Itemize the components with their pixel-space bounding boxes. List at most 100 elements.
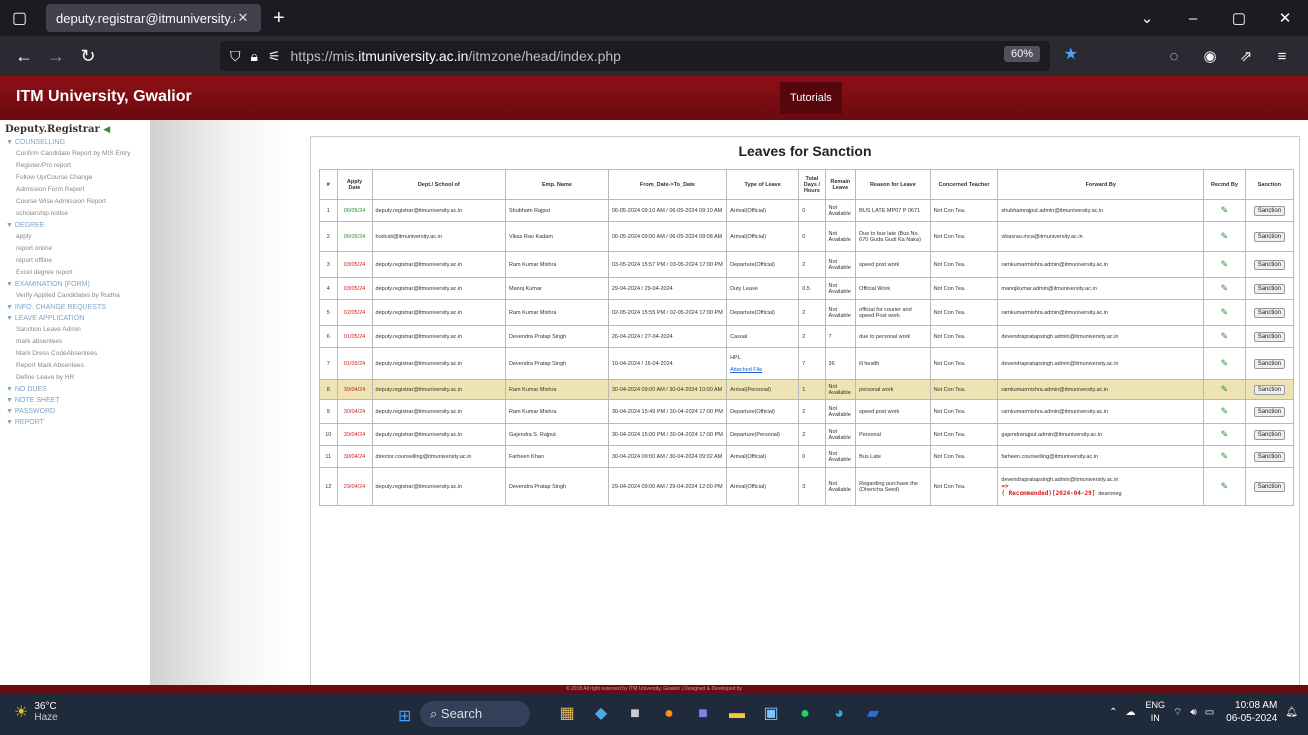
menu-item[interactable]: Course Wise Admission Report <box>0 196 150 208</box>
sanction-button[interactable]: Sanction <box>1253 331 1286 342</box>
clock[interactable]: 10:08 AM 06-05-2024 <box>1226 699 1277 725</box>
shield-icon[interactable]: ⛉ <box>230 48 241 65</box>
menu-item[interactable]: Sanction Leave Admin <box>0 324 150 336</box>
sanction-button[interactable]: Sanction <box>1253 231 1286 242</box>
clock-time: 10:08 AM <box>1235 700 1278 711</box>
teams-icon[interactable]: ■ <box>686 699 720 729</box>
account-icon[interactable]: ◉ <box>1192 47 1228 65</box>
sanction-button[interactable]: Sanction <box>1253 283 1286 294</box>
menu-section-degree[interactable]: ▼ DEGREE <box>0 220 150 231</box>
extensions-icon[interactable]: ⇗ <box>1228 47 1264 65</box>
menu-item[interactable]: Follow Up/Course Change <box>0 172 150 184</box>
edit-pencil-icon[interactable]: ✎ <box>1221 358 1229 368</box>
menu-section-counselling[interactable]: ▼ COUNSELLING <box>0 137 150 148</box>
sanction-button[interactable]: Sanction <box>1253 358 1286 369</box>
zoom-level[interactable]: 60% <box>1003 46 1040 62</box>
sanction-button[interactable]: Sanction <box>1253 481 1286 492</box>
cell-reason: BUS LATE MP07 P 0671 <box>855 199 931 222</box>
store-icon[interactable]: ▣ <box>754 699 788 729</box>
tutorials-link[interactable]: Tutorials <box>780 82 842 114</box>
copilot-icon[interactable]: ◆ <box>584 699 618 729</box>
file-explorer-icon[interactable]: ▬ <box>720 699 754 729</box>
attached-file-link[interactable]: Attached File <box>730 367 795 373</box>
spotify-icon[interactable]: ● <box>788 699 822 729</box>
edit-pencil-icon[interactable]: ✎ <box>1221 451 1229 461</box>
menu-icon[interactable]: ≡ <box>1264 48 1300 65</box>
menu-item[interactable]: mark absentees <box>0 336 150 348</box>
battery-icon[interactable]: ▭ <box>1205 707 1214 718</box>
taskbar-search[interactable]: ⌕ Search <box>420 701 530 727</box>
tab-overview-icon[interactable]: ▢ <box>12 8 32 28</box>
forward-button[interactable]: → <box>40 46 72 67</box>
word-icon[interactable]: ▰ <box>856 699 890 729</box>
edit-pencil-icon[interactable]: ✎ <box>1221 384 1229 394</box>
language-indicator[interactable]: ENG IN <box>1145 699 1165 725</box>
maximize-button[interactable]: ▢ <box>1216 9 1262 27</box>
cell-remain-leave: Not Available <box>824 399 857 424</box>
menu-section-examination[interactable]: ▼ EXAMINATION (FORM) <box>0 279 150 290</box>
menu-section-note-sheet[interactable]: ▼ NOTE SHEET <box>0 395 150 406</box>
menu-item[interactable]: Register/Pro report <box>0 160 150 172</box>
edit-pencil-icon[interactable]: ✎ <box>1221 205 1229 215</box>
menu-item[interactable]: Excel degree report <box>0 267 150 279</box>
widgets-icon[interactable]: ▦ <box>550 699 584 729</box>
task-view-icon[interactable]: ■ <box>618 699 652 729</box>
chevron-up-icon[interactable]: ⌃ <box>1109 707 1117 718</box>
edit-pencil-icon[interactable]: ✎ <box>1221 481 1229 491</box>
menu-section-no-dues[interactable]: ▼ NO DUES <box>0 384 150 395</box>
menu-item[interactable]: Verify Applied Candidates by Rudha <box>0 290 150 302</box>
bookmark-star-icon[interactable]: ★ <box>1064 44 1078 64</box>
menu-item[interactable]: report offline <box>0 255 150 267</box>
tab-list-chevron-icon[interactable]: ⌄ <box>1124 9 1170 27</box>
windows-start-icon[interactable]: ⊞ <box>398 706 411 726</box>
url-bar[interactable]: ⛉ 🔒︎ ⚟ https://mis. itmuniversity.ac.in/i… <box>220 41 1078 71</box>
lock-icon[interactable]: 🔒︎ <box>251 48 258 65</box>
menu-item[interactable]: apply <box>0 231 150 243</box>
menu-section-report[interactable]: ▼ REPORT <box>0 417 150 428</box>
sanction-button[interactable]: Sanction <box>1253 307 1286 318</box>
close-window-button[interactable]: ✕ <box>1262 9 1308 27</box>
menu-section-info-change[interactable]: ▼ INFO. CHANGE REQUESTS <box>0 302 150 313</box>
edit-pencil-icon[interactable]: ✎ <box>1221 331 1229 341</box>
pocket-icon[interactable]: ◌ <box>1156 48 1192 65</box>
cell-emp-name: Ram Kumar Mishra <box>505 379 609 400</box>
sanction-button[interactable]: Sanction <box>1253 406 1286 417</box>
edit-pencil-icon[interactable]: ✎ <box>1221 307 1229 317</box>
menu-item[interactable]: Mark Dress CodeAbsentees <box>0 348 150 360</box>
wifi-icon[interactable]: ⌔ <box>1173 706 1182 719</box>
edit-pencil-icon[interactable]: ✎ <box>1221 259 1229 269</box>
firefox-icon[interactable]: ● <box>652 699 686 729</box>
menu-item[interactable]: report online <box>0 243 150 255</box>
volume-icon[interactable]: 🔊︎ <box>1190 707 1196 718</box>
sanction-button[interactable]: Sanction <box>1253 429 1286 440</box>
menu-item[interactable]: Report Mark Absentees <box>0 360 150 372</box>
menu-section-leave-application[interactable]: ▼ LEAVE APPLICATION <box>0 313 150 324</box>
menu-item[interactable]: Admission Form Report <box>0 184 150 196</box>
menu-item[interactable]: Confirm Candidate Report by MIS Entry <box>0 148 150 160</box>
sanction-button[interactable]: Sanction <box>1253 259 1286 270</box>
sanction-button[interactable]: Sanction <box>1253 451 1286 462</box>
cell-dept: deputy.registrar@itmuniversity.ac.in <box>371 251 507 278</box>
reload-button[interactable]: ↻ <box>72 46 104 67</box>
minimize-button[interactable]: – <box>1170 10 1216 27</box>
chrome-icon[interactable]: ◕ <box>822 699 856 729</box>
menu-item[interactable]: scholarship notice <box>0 208 150 220</box>
notification-bell-icon[interactable]: 🔔︎ <box>1285 707 1298 718</box>
new-tab-button[interactable]: + <box>273 7 285 30</box>
permissions-icon[interactable]: ⚟ <box>268 48 281 65</box>
cloud-icon[interactable]: ☁ <box>1125 707 1135 718</box>
edit-pencil-icon[interactable]: ✎ <box>1221 231 1229 241</box>
back-button[interactable]: ← <box>8 46 40 67</box>
menu-item[interactable]: Define Leave by HR <box>0 372 150 384</box>
browser-tab[interactable]: deputy.registrar@itmuniversity.ac.in ✕ <box>46 4 261 32</box>
menu-section-password[interactable]: ▼ PASSWORD <box>0 406 150 417</box>
sanction-button[interactable]: Sanction <box>1253 384 1286 395</box>
close-tab-icon[interactable]: ✕ <box>235 10 251 26</box>
edit-pencil-icon[interactable]: ✎ <box>1221 283 1229 293</box>
edit-pencil-icon[interactable]: ✎ <box>1221 406 1229 416</box>
weather-widget[interactable]: ☀ 36°C Haze <box>14 701 58 723</box>
sanction-button[interactable]: Sanction <box>1253 205 1286 216</box>
col-header: Total Days / Hours <box>798 169 826 200</box>
edit-pencil-icon[interactable]: ✎ <box>1221 429 1229 439</box>
cell-total-days: 2 <box>798 423 826 446</box>
